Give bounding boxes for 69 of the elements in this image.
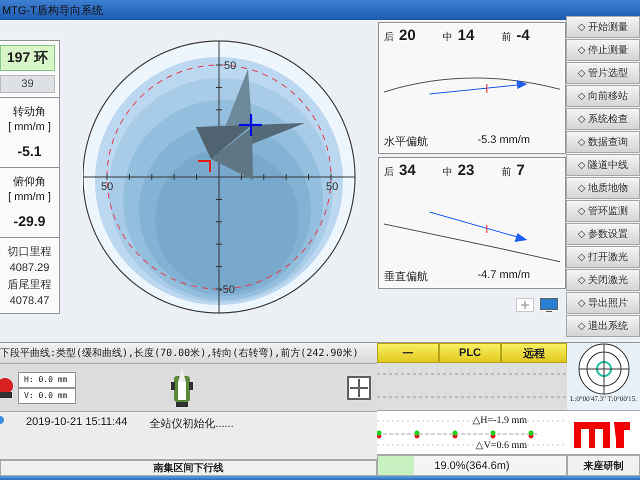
progress-text: 19.0%(364.6m): [434, 460, 510, 472]
status-indicator: 一: [377, 343, 439, 363]
reading-value: 20: [399, 27, 416, 44]
reading-label: 后: [384, 30, 394, 44]
angle-value: -5.1: [17, 143, 42, 159]
mileage-label: 切口里程: [8, 245, 52, 259]
angle-value: -29.9: [14, 213, 46, 229]
menu-button[interactable]: ◇ 管环监测: [566, 200, 640, 222]
status-indicator: PLC: [439, 343, 501, 363]
reading-value: 23: [458, 162, 474, 179]
angle-label: 转动角: [13, 105, 46, 119]
menu-button[interactable]: ◇ 管片选型: [566, 62, 640, 84]
delta-v-value: △V=0.6 mm: [476, 439, 527, 451]
reading-label: 中: [442, 30, 453, 44]
mileage-value: 4087.29: [10, 262, 50, 274]
reading-value: -4: [516, 27, 530, 44]
axis-label: -50: [219, 284, 235, 296]
corner-marker-icon: [198, 160, 211, 172]
menu-button[interactable]: ◇ 参数设置: [566, 223, 640, 245]
menu-button[interactable]: ◇ 地质地物: [566, 177, 640, 199]
menu-button[interactable]: ◇ 导出照片: [566, 292, 640, 314]
alarm-light-icon: [0, 376, 14, 400]
deviation-rate: -5.3 mm/m: [477, 134, 530, 148]
ring-number: 197 环: [0, 45, 55, 71]
chart-title: 水平偏航: [384, 134, 428, 149]
laser-target-icon: [578, 343, 630, 395]
axis-label: 50: [224, 60, 236, 72]
mileage-value: 4078.47: [10, 295, 50, 307]
menu-button[interactable]: ◇ 系统检查: [566, 108, 640, 130]
unit-label: [ mm/m ]: [8, 191, 51, 203]
chart-title: 垂直偏航: [384, 270, 428, 284]
axis-label: 50: [101, 181, 114, 193]
menu-button[interactable]: ◇ 开始测量: [566, 16, 640, 38]
credit-label: 来座研制: [567, 455, 640, 476]
total-station-drawing: [171, 368, 193, 408]
line-name: 南集区间下行线: [0, 460, 377, 476]
window-title: MTG-T盾构导向系统: [2, 4, 103, 18]
mileage-label: 盾尾里程: [8, 278, 52, 292]
reading-value: 34: [399, 162, 416, 179]
menu-button[interactable]: ◇ 隧道中线: [566, 154, 640, 176]
crosshair-icon: [239, 114, 262, 136]
reading-label: 中: [442, 166, 453, 179]
menu-button[interactable]: ◇ 打开激光: [566, 246, 640, 268]
position-tick: [486, 224, 488, 234]
menu-button[interactable]: ◇ 向前移站: [566, 85, 640, 107]
segment-number: 39: [0, 75, 55, 93]
v-offset-field: V: 0.0 mm: [18, 388, 76, 404]
status-indicator: 远程: [501, 343, 567, 363]
unit-label: [ mm/m ]: [8, 121, 51, 133]
menu-button[interactable]: ◇ 数据查询: [566, 131, 640, 153]
layout-grid-icon[interactable]: [347, 376, 371, 400]
h-offset-field: H: 0.0 mm: [18, 372, 76, 388]
reading-label: 前: [501, 166, 512, 179]
menu-button[interactable]: ◇ 退出系统: [566, 315, 640, 337]
curve-info: 下段平曲线:类型(缓和曲线),长度(70.00米),转向(右转弯),前方(242.90米): [0, 346, 358, 360]
deviation-rate: -4.7 mm/m: [477, 269, 530, 283]
angle-label: 俯仰角: [13, 175, 46, 189]
monitor-icon[interactable]: [540, 298, 558, 312]
log-time: 2019-10-21 15:11:44: [26, 416, 128, 428]
reading-value: 14: [458, 27, 474, 44]
reading-label: 前: [501, 31, 512, 44]
menu-button[interactable]: ◇ 停止测量: [566, 39, 640, 61]
axis-label: 50: [326, 181, 338, 193]
reading-value: 7: [516, 162, 525, 179]
reading-label: 后: [384, 166, 394, 179]
log-message: 全站仪初始化......: [149, 416, 234, 431]
menu-button[interactable]: ◇ 关闭激光: [566, 269, 640, 291]
position-tick: [486, 84, 488, 94]
delta-h-value: △H=-1.9 mm: [472, 414, 527, 426]
